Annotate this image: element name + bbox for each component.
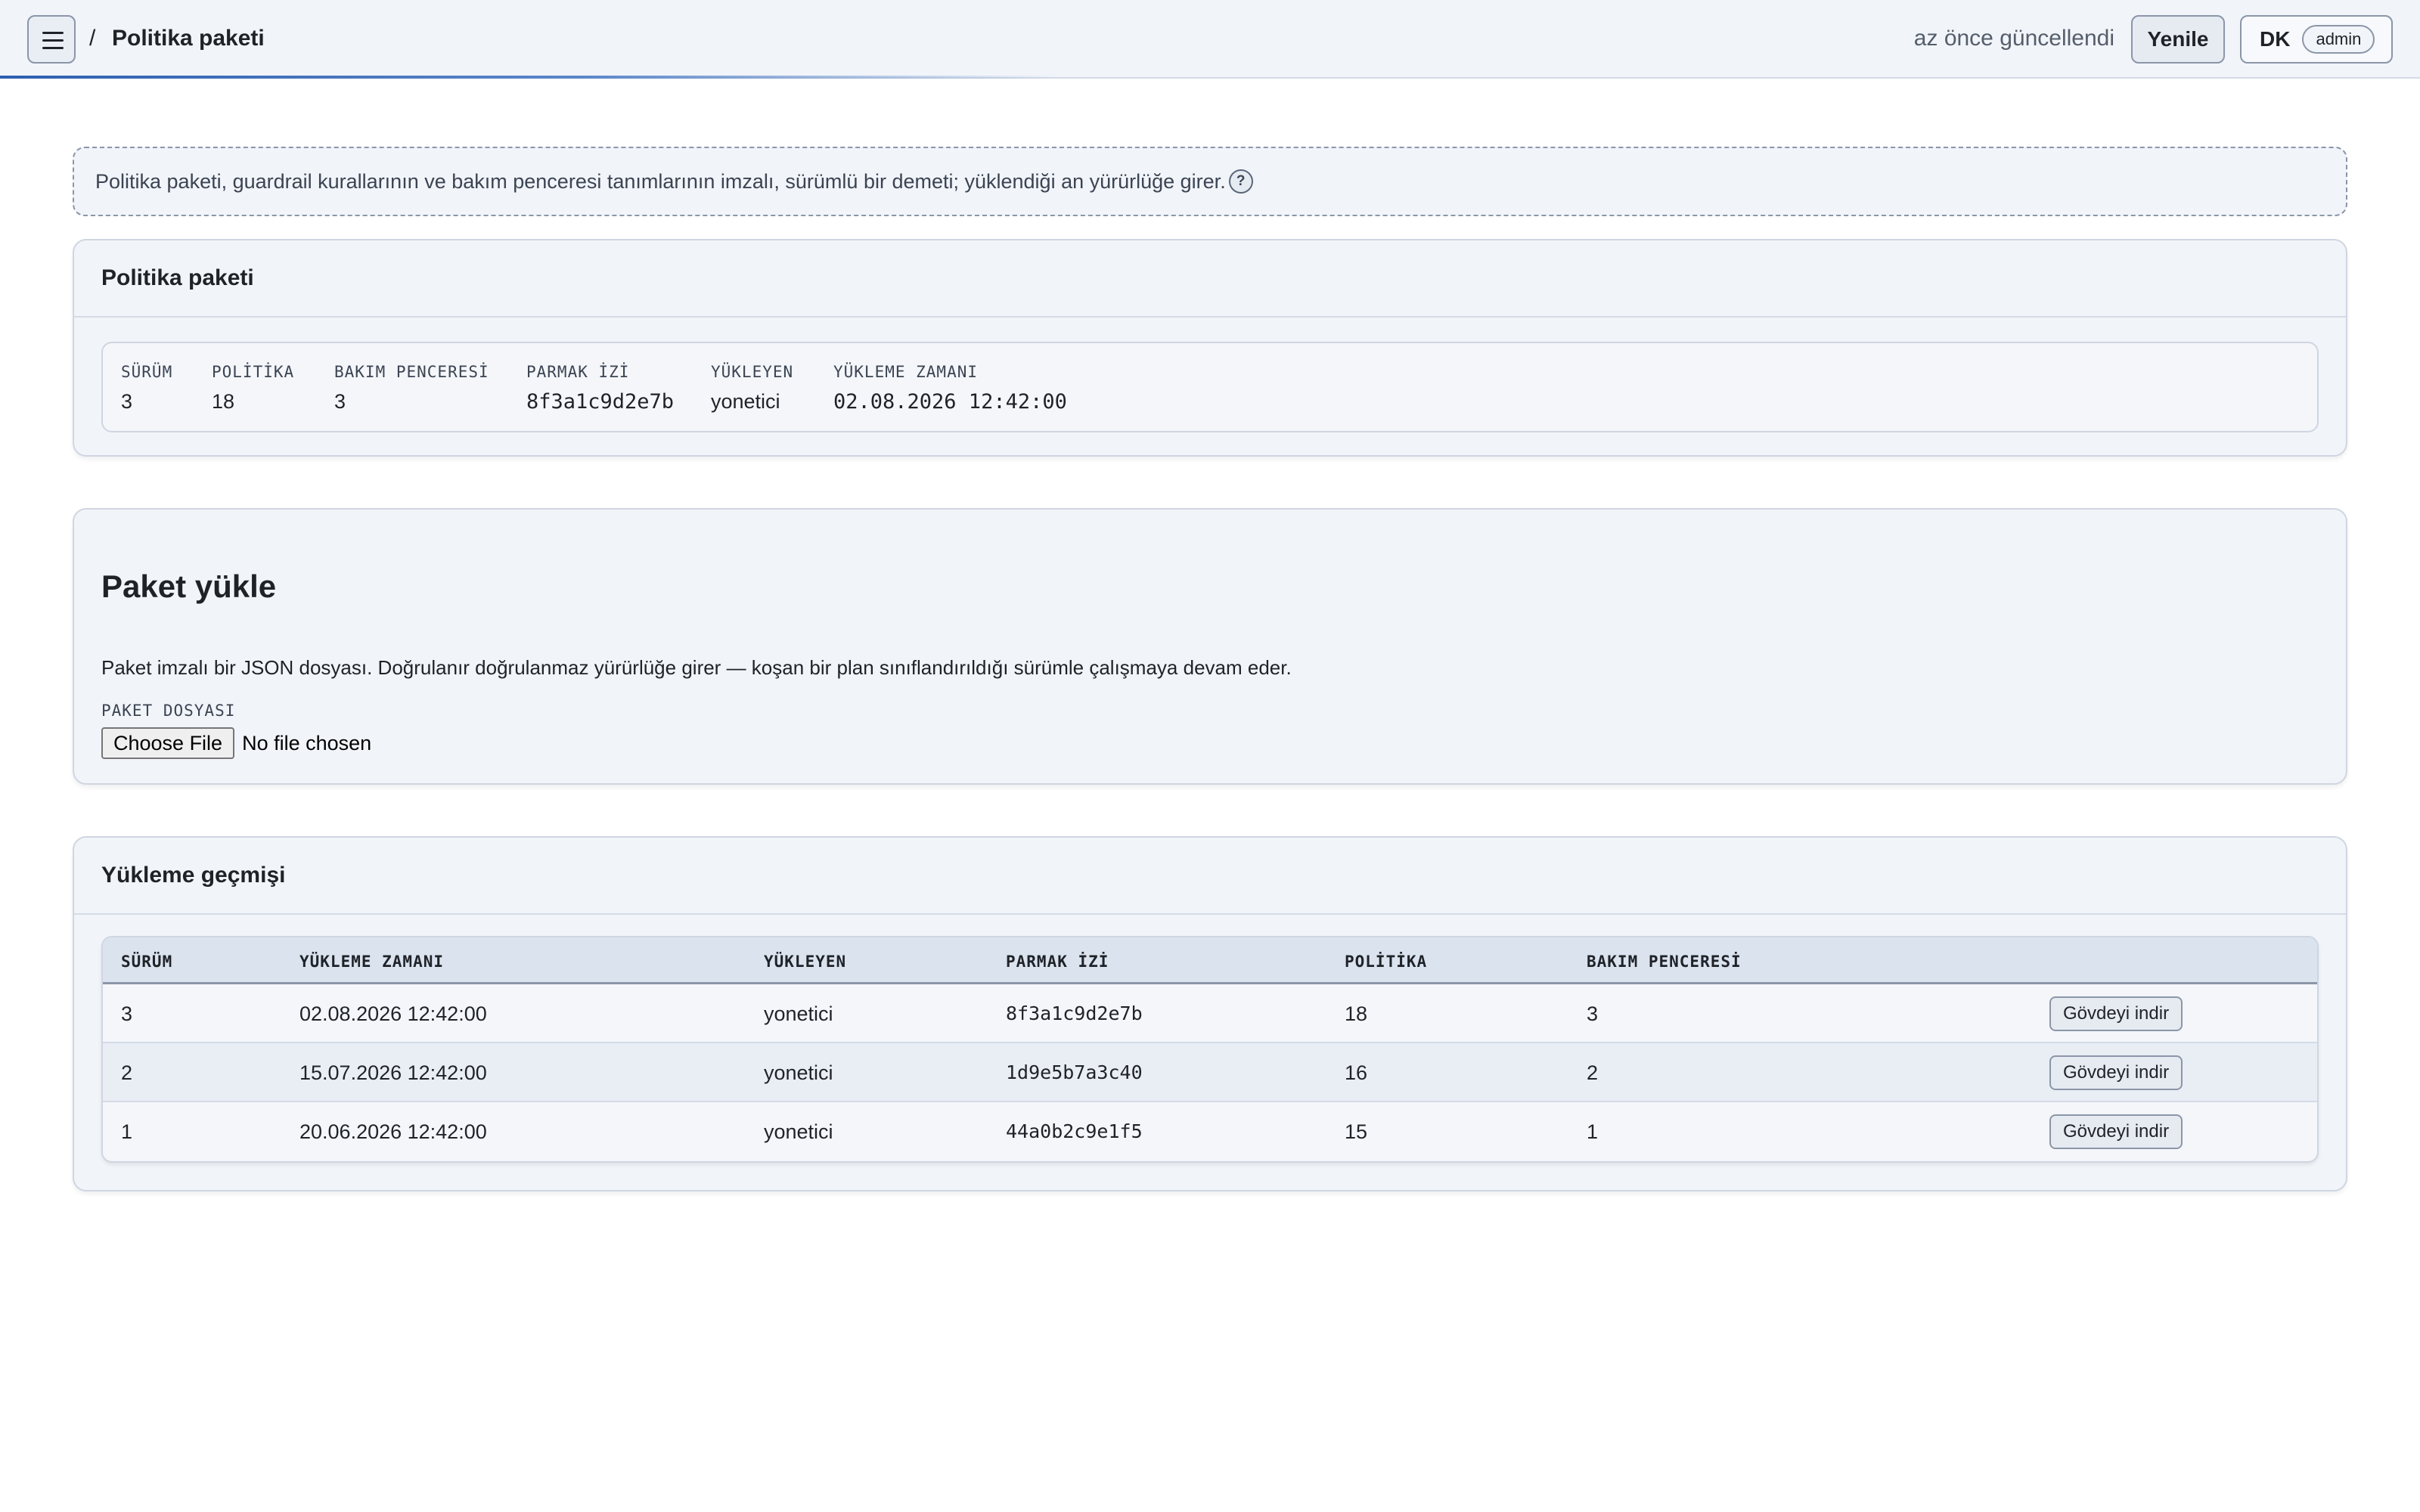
menu-icon-line: [42, 39, 64, 42]
table-row: 2 15.07.2026 12:42:00 yonetici 1d9e5b7a3…: [103, 1043, 2317, 1102]
cell-fingerprint: 44a0b2c9e1f5: [1006, 1120, 1143, 1142]
download-body-button[interactable]: Gövdeyi indir: [2049, 1114, 2183, 1149]
column-header: BAKIM PENCERESİ: [1587, 953, 1742, 971]
cell-uploader: yonetici: [764, 1002, 833, 1025]
summary-policies: POLİTİKA 18: [212, 363, 294, 414]
table-row: 1 20.06.2026 12:42:00 yonetici 44a0b2c9e…: [103, 1102, 2317, 1161]
summary-label: YÜKLEYEN: [711, 363, 794, 381]
column-header: PARMAK İZİ: [1006, 953, 1109, 971]
cell-upload-time: 02.08.2026 12:42:00: [299, 1002, 487, 1025]
cell-upload-time: 15.07.2026 12:42:00: [299, 1061, 487, 1084]
page-title: Politika paketi: [112, 26, 265, 51]
summary-label: PARMAK İZİ: [526, 363, 630, 381]
file-input[interactable]: Choose File No file chosen: [101, 727, 371, 759]
column-header: POLİTİKA: [1345, 953, 1428, 971]
history-table: SÜRÜM YÜKLEME ZAMANI YÜKLEYEN PARMAK İZİ…: [101, 936, 2319, 1163]
summary-label: POLİTİKA: [212, 363, 295, 381]
download-body-button[interactable]: Gövdeyi indir: [2049, 996, 2183, 1031]
summary-value: yonetici: [711, 390, 780, 413]
menu-icon: [42, 32, 64, 34]
column-header: SÜRÜM: [121, 953, 173, 971]
cell-maintenance-windows: 1: [1587, 1120, 1599, 1143]
summary-version: SÜRÜM 3: [121, 363, 172, 414]
file-field-label: PAKET DOSYASI: [101, 702, 236, 720]
summary-label: BAKIM PENCERESİ: [334, 363, 489, 381]
cell-uploader: yonetici: [764, 1061, 833, 1084]
summary-fingerprint: PARMAK İZİ 8f3a1c9d2e7b: [526, 363, 674, 414]
upload-card: Paket yükle Paket imzalı bir JSON dosyas…: [73, 508, 2347, 785]
summary-uploader: YÜKLEYEN yonetici: [711, 363, 793, 414]
column-header: YÜKLEYEN: [764, 953, 847, 971]
summary-label: YÜKLEME ZAMANI: [833, 363, 979, 381]
cell-upload-time: 20.06.2026 12:42:00: [299, 1120, 487, 1143]
cell-maintenance-windows: 3: [1587, 1002, 1599, 1025]
cell-maintenance-windows: 2: [1587, 1061, 1599, 1084]
cell-version: 3: [121, 1002, 133, 1025]
column-header: YÜKLEME ZAMANI: [299, 953, 445, 971]
summary-maintenance-windows: BAKIM PENCERESİ 3: [334, 363, 489, 414]
user-menu-button[interactable]: DK admin: [2240, 15, 2393, 64]
refresh-button[interactable]: Yenile: [2131, 15, 2225, 64]
summary-label: SÜRÜM: [121, 363, 173, 381]
summary-value: 18: [212, 390, 235, 413]
table-row: 3 02.08.2026 12:42:00 yonetici 8f3a1c9d2…: [103, 984, 2317, 1043]
role-badge: admin: [2302, 25, 2375, 54]
summary-value: 3: [334, 390, 346, 413]
cell-fingerprint: 8f3a1c9d2e7b: [1006, 1002, 1143, 1024]
download-body-button[interactable]: Gövdeyi indir: [2049, 1055, 2183, 1090]
cell-uploader: yonetici: [764, 1120, 833, 1143]
cell-version: 1: [121, 1120, 133, 1143]
last-updated-text: az önce güncellendi: [1913, 26, 2114, 51]
file-status-text: No file chosen: [242, 731, 372, 754]
breadcrumb-separator: /: [89, 26, 96, 51]
history-title: Yükleme geçmişi: [74, 838, 2346, 915]
menu-icon-line: [42, 47, 64, 49]
summary-upload-time: YÜKLEME ZAMANI 02.08.2026 12:42:00: [833, 363, 1067, 414]
summary-value: 3: [121, 390, 133, 413]
upload-description: Paket imzalı bir JSON dosyası. Doğrulanı…: [101, 656, 1292, 679]
cell-policies: 15: [1345, 1120, 1368, 1143]
current-bundle-title: Politika paketi: [74, 240, 2346, 318]
summary-value: 02.08.2026 12:42:00: [833, 390, 1067, 414]
cell-version: 2: [121, 1061, 133, 1084]
topbar-accent-line: [0, 76, 1059, 79]
avatar: DK: [2260, 27, 2291, 51]
cell-fingerprint: 1d9e5b7a3c40: [1006, 1061, 1143, 1083]
choose-file-button[interactable]: Choose File: [101, 727, 235, 759]
info-note-text: Politika paketi, guardrail kurallarının …: [95, 169, 1226, 193]
history-table-wrap: SÜRÜM YÜKLEME ZAMANI YÜKLEYEN PARMAK İZİ…: [101, 936, 2319, 1246]
cell-policies: 18: [1345, 1002, 1368, 1025]
table-header: SÜRÜM YÜKLEME ZAMANI YÜKLEYEN PARMAK İZİ…: [103, 937, 2317, 984]
top-bar: / Politika paketi az önce güncellendi Ye…: [0, 0, 2420, 79]
info-note: Politika paketi, guardrail kurallarının …: [73, 147, 2347, 216]
cell-policies: 16: [1345, 1061, 1368, 1084]
menu-button[interactable]: [27, 15, 76, 64]
current-bundle-card: Politika paketi SÜRÜM 3 POLİTİKA 18 BAKI…: [73, 239, 2347, 457]
upload-title: Paket yükle: [101, 569, 277, 604]
bundle-summary: SÜRÜM 3 POLİTİKA 18 BAKIM PENCERESİ 3 PA…: [101, 342, 2319, 432]
summary-value: 8f3a1c9d2e7b: [526, 390, 675, 414]
upload-history-card: Yükleme geçmişi SÜRÜM YÜKLEME ZAMANI YÜK…: [73, 836, 2347, 1191]
help-icon[interactable]: ?: [1228, 169, 1253, 194]
